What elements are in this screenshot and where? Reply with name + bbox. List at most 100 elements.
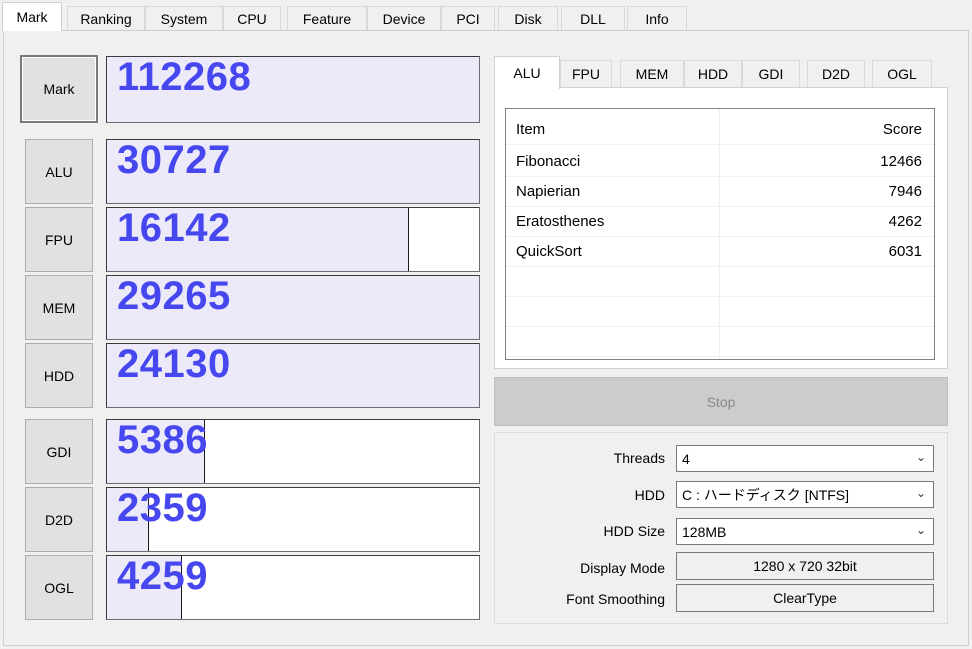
list-item[interactable]: QuickSort 6031	[506, 237, 934, 267]
tab-dll[interactable]: DLL	[561, 6, 625, 30]
list-item-empty	[506, 297, 934, 327]
threads-value: 4	[682, 450, 690, 467]
mark-button[interactable]: Mark	[20, 55, 98, 123]
item-score: 7946	[888, 183, 922, 200]
d2d-button[interactable]: D2D	[25, 487, 93, 552]
subtab-alu[interactable]: ALU	[494, 56, 560, 89]
chevron-down-icon: ⌄	[915, 486, 926, 500]
mem-button-label: MEM	[42, 299, 76, 316]
tab-ranking[interactable]: Ranking	[67, 6, 145, 30]
subtab-label: OGL	[887, 66, 917, 82]
list-item[interactable]: Fibonacci 12466	[506, 147, 934, 177]
hdd-score-box: 24130	[106, 343, 480, 408]
item-score: 6031	[888, 243, 922, 260]
item-name: QuickSort	[516, 243, 582, 260]
chevron-down-icon: ⌄	[915, 523, 926, 537]
font-smoothing-button[interactable]: ClearType	[676, 584, 934, 612]
list-item-empty	[506, 327, 934, 357]
tab-cpu[interactable]: CPU	[223, 6, 281, 30]
hdd-button-label: HDD	[43, 367, 75, 384]
alu-score-box: 30727	[106, 139, 480, 204]
gdi-score-box: 5386	[106, 419, 480, 484]
item-score: 12466	[880, 153, 922, 170]
subtab-label: ALU	[513, 65, 541, 81]
tab-system[interactable]: System	[145, 6, 223, 30]
column-header-item[interactable]: Item	[516, 121, 545, 138]
d2d-score: 2359	[117, 487, 208, 530]
result-list[interactable]: Item Score Fibonacci 12466 Napierian 794…	[505, 108, 935, 360]
tab-label: PCI	[456, 10, 480, 27]
subtab-d2d[interactable]: D2D	[807, 60, 865, 87]
item-score: 4262	[888, 213, 922, 230]
ogl-button[interactable]: OGL	[25, 555, 93, 620]
subtab-label: FPU	[572, 66, 600, 82]
gdi-button[interactable]: GDI	[25, 419, 93, 484]
main-tab-bar: Mark Ranking System CPU Feature Device P…	[0, 0, 972, 31]
list-item[interactable]: Napierian 7946	[506, 177, 934, 207]
subtab-label: HDD	[697, 66, 729, 82]
tab-label: DLL	[580, 10, 606, 27]
hdd-size-select[interactable]: 128MB ⌄	[676, 518, 934, 545]
subtab-label: D2D	[821, 66, 850, 82]
subtab-hdd[interactable]: HDD	[684, 60, 742, 87]
tab-pci[interactable]: PCI	[441, 6, 495, 30]
threads-label: Threads	[613, 450, 665, 466]
fpu-button[interactable]: FPU	[25, 207, 93, 272]
tab-label: Mark	[16, 9, 48, 25]
d2d-score-box: 2359	[106, 487, 480, 552]
list-item-empty	[506, 267, 934, 297]
hdd-value: C : ハードディスク [NTFS]	[682, 486, 850, 503]
subtab-label: MEM	[635, 66, 669, 82]
hdd-label: HDD	[634, 487, 665, 503]
fpu-score: 16142	[117, 207, 231, 250]
mem-score: 29265	[117, 275, 231, 318]
alu-button[interactable]: ALU	[25, 139, 93, 204]
tab-mark[interactable]: Mark	[2, 2, 62, 31]
tab-label: System	[160, 10, 208, 27]
hdd-select[interactable]: C : ハードディスク [NTFS] ⌄	[676, 481, 934, 508]
tab-feature[interactable]: Feature	[287, 6, 367, 30]
mark-button-label: Mark	[43, 81, 75, 97]
tab-info[interactable]: Info	[627, 6, 687, 30]
font-smoothing-label: Font Smoothing	[566, 591, 665, 607]
alu-button-label: ALU	[45, 163, 73, 180]
item-name: Fibonacci	[516, 153, 581, 170]
subtab-fpu[interactable]: FPU	[560, 60, 612, 87]
ogl-score-box: 4259	[106, 555, 480, 620]
d2d-button-label: D2D	[44, 511, 73, 528]
hdd-button[interactable]: HDD	[25, 343, 93, 408]
tab-label: Device	[382, 10, 426, 27]
subtab-gdi[interactable]: GDI	[742, 60, 800, 87]
tab-label: Info	[645, 10, 669, 27]
subtab-ogl[interactable]: OGL	[872, 60, 932, 87]
item-name: Eratosthenes	[516, 213, 605, 230]
display-mode-label: Display Mode	[580, 560, 665, 576]
chevron-down-icon: ⌄	[915, 450, 926, 464]
column-header-score[interactable]: Score	[883, 121, 922, 138]
hdd-size-label: HDD Size	[603, 523, 665, 539]
mark-score: 112268	[117, 56, 252, 99]
threads-select[interactable]: 4 ⌄	[676, 445, 934, 472]
ogl-score: 4259	[117, 555, 208, 598]
tab-device[interactable]: Device	[367, 6, 441, 30]
tab-label: CPU	[237, 10, 267, 27]
tab-disk[interactable]: Disk	[498, 6, 558, 30]
mem-button[interactable]: MEM	[25, 275, 93, 340]
list-header: Item Score	[506, 115, 934, 145]
display-mode-button[interactable]: 1280 x 720 32bit	[676, 552, 934, 580]
list-item[interactable]: Eratosthenes 4262	[506, 207, 934, 237]
mark-score-box: 112268	[106, 56, 480, 123]
fpu-score-box: 16142	[106, 207, 480, 272]
stop-button[interactable]: Stop	[494, 377, 948, 426]
gdi-score: 5386	[117, 419, 208, 462]
stop-button-label: Stop	[706, 393, 736, 410]
item-name: Napierian	[516, 183, 581, 200]
tab-label: Feature	[302, 10, 352, 27]
subtab-label: GDI	[758, 66, 784, 82]
font-smoothing-value: ClearType	[773, 590, 837, 606]
tab-label: Ranking	[80, 10, 132, 27]
alu-score: 30727	[117, 139, 231, 182]
subtab-mem[interactable]: MEM	[620, 60, 684, 87]
display-mode-value: 1280 x 720 32bit	[753, 558, 857, 574]
hdd-size-value: 128MB	[682, 523, 727, 540]
